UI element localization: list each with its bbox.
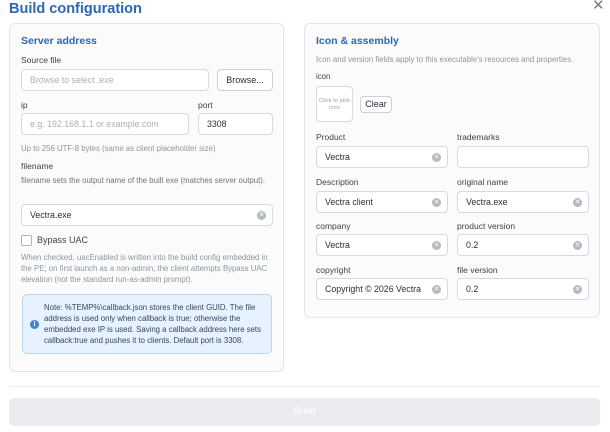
filename-value: Vectra.exe [30, 210, 72, 220]
icon-picker[interactable]: Click to pick icon [316, 86, 353, 122]
product-value: Vectra [325, 152, 350, 162]
icon-assembly-title: Icon & assembly [316, 35, 399, 47]
company-value: Vectra [325, 240, 350, 250]
copyright-input[interactable]: Copyright © 2026 Vectra ✕ [316, 278, 448, 300]
filename-input[interactable]: Vectra.exe ✕ [21, 204, 273, 226]
original-name-value: Vectra.exe [466, 197, 508, 207]
description-input[interactable]: Vectra client ✕ [316, 191, 448, 213]
company-input[interactable]: Vectra ✕ [316, 234, 448, 256]
clear-copyright-icon[interactable]: ✕ [432, 285, 441, 294]
server-address-panel: Server address Source file Browse to sel… [9, 23, 284, 372]
product-label: Product [316, 132, 346, 142]
filename-label: filename [21, 161, 54, 171]
clear-description-icon[interactable]: ✕ [432, 198, 441, 207]
file-version-input[interactable]: 0.2 ✕ [457, 278, 589, 300]
product-version-label: product version [457, 221, 516, 231]
product-input[interactable]: Vectra ✕ [316, 146, 448, 168]
clear-filename-icon[interactable]: ✕ [257, 211, 266, 220]
clear-icon-button[interactable]: Clear [360, 96, 392, 113]
icon-label: icon [316, 72, 331, 81]
footer-divider [9, 386, 600, 387]
ip-help-text: Up to 256 UTF-8 bytes (same as client pl… [21, 144, 216, 153]
copyright-label: copyright [316, 265, 351, 275]
bypass-uac-label: Bypass UAC [37, 235, 89, 245]
dialog-title: Build configuration [9, 1, 142, 17]
source-file-label: Source file [21, 55, 62, 65]
filename-help-text: filename sets the output name of the bui… [21, 176, 265, 185]
original-name-label: original name [457, 177, 509, 187]
icon-assembly-panel: Icon & assembly Icon and version fields … [304, 23, 600, 318]
close-icon[interactable]: ✕ [592, 0, 605, 14]
description-value: Vectra client [325, 197, 373, 207]
build-button[interactable]: Build [9, 398, 600, 426]
callback-note: i Note: %TEMP%\callback.json stores the … [22, 294, 272, 354]
server-address-title: Server address [21, 35, 97, 47]
source-file-input[interactable]: Browse to select .exe [21, 69, 209, 91]
trademarks-label: trademarks [457, 132, 500, 142]
company-label: company [316, 221, 351, 231]
port-label: port [198, 100, 213, 110]
clear-original-name-icon[interactable]: ✕ [573, 198, 582, 207]
clear-product-icon[interactable]: ✕ [432, 153, 441, 162]
copyright-value: Copyright © 2026 Vectra [325, 284, 421, 294]
bypass-uac-help-text: When checked, uacEnabled is written into… [21, 253, 268, 284]
clear-product-version-icon[interactable]: ✕ [573, 241, 582, 250]
clear-file-version-icon[interactable]: ✕ [573, 285, 582, 294]
trademarks-input[interactable] [457, 146, 589, 168]
port-input[interactable]: 3308 [198, 113, 273, 135]
product-version-input[interactable]: 0.2 ✕ [457, 234, 589, 256]
browse-button[interactable]: Browse... [217, 69, 273, 91]
clear-company-icon[interactable]: ✕ [432, 241, 441, 250]
file-version-value: 0.2 [466, 284, 479, 294]
ip-input[interactable]: e.g. 192.168.1.1 or example.com [21, 113, 189, 135]
bypass-uac-checkbox[interactable] [21, 235, 32, 246]
icon-assembly-description: Icon and version fields apply to this ex… [316, 55, 574, 64]
callback-note-text: Note: %TEMP%\callback.json stores the cl… [44, 303, 261, 345]
file-version-label: file version [457, 265, 498, 275]
original-name-input[interactable]: Vectra.exe ✕ [457, 191, 589, 213]
description-label: Description [316, 177, 359, 187]
ip-label: ip [21, 100, 28, 110]
info-icon: i [30, 320, 39, 329]
product-version-value: 0.2 [466, 240, 479, 250]
